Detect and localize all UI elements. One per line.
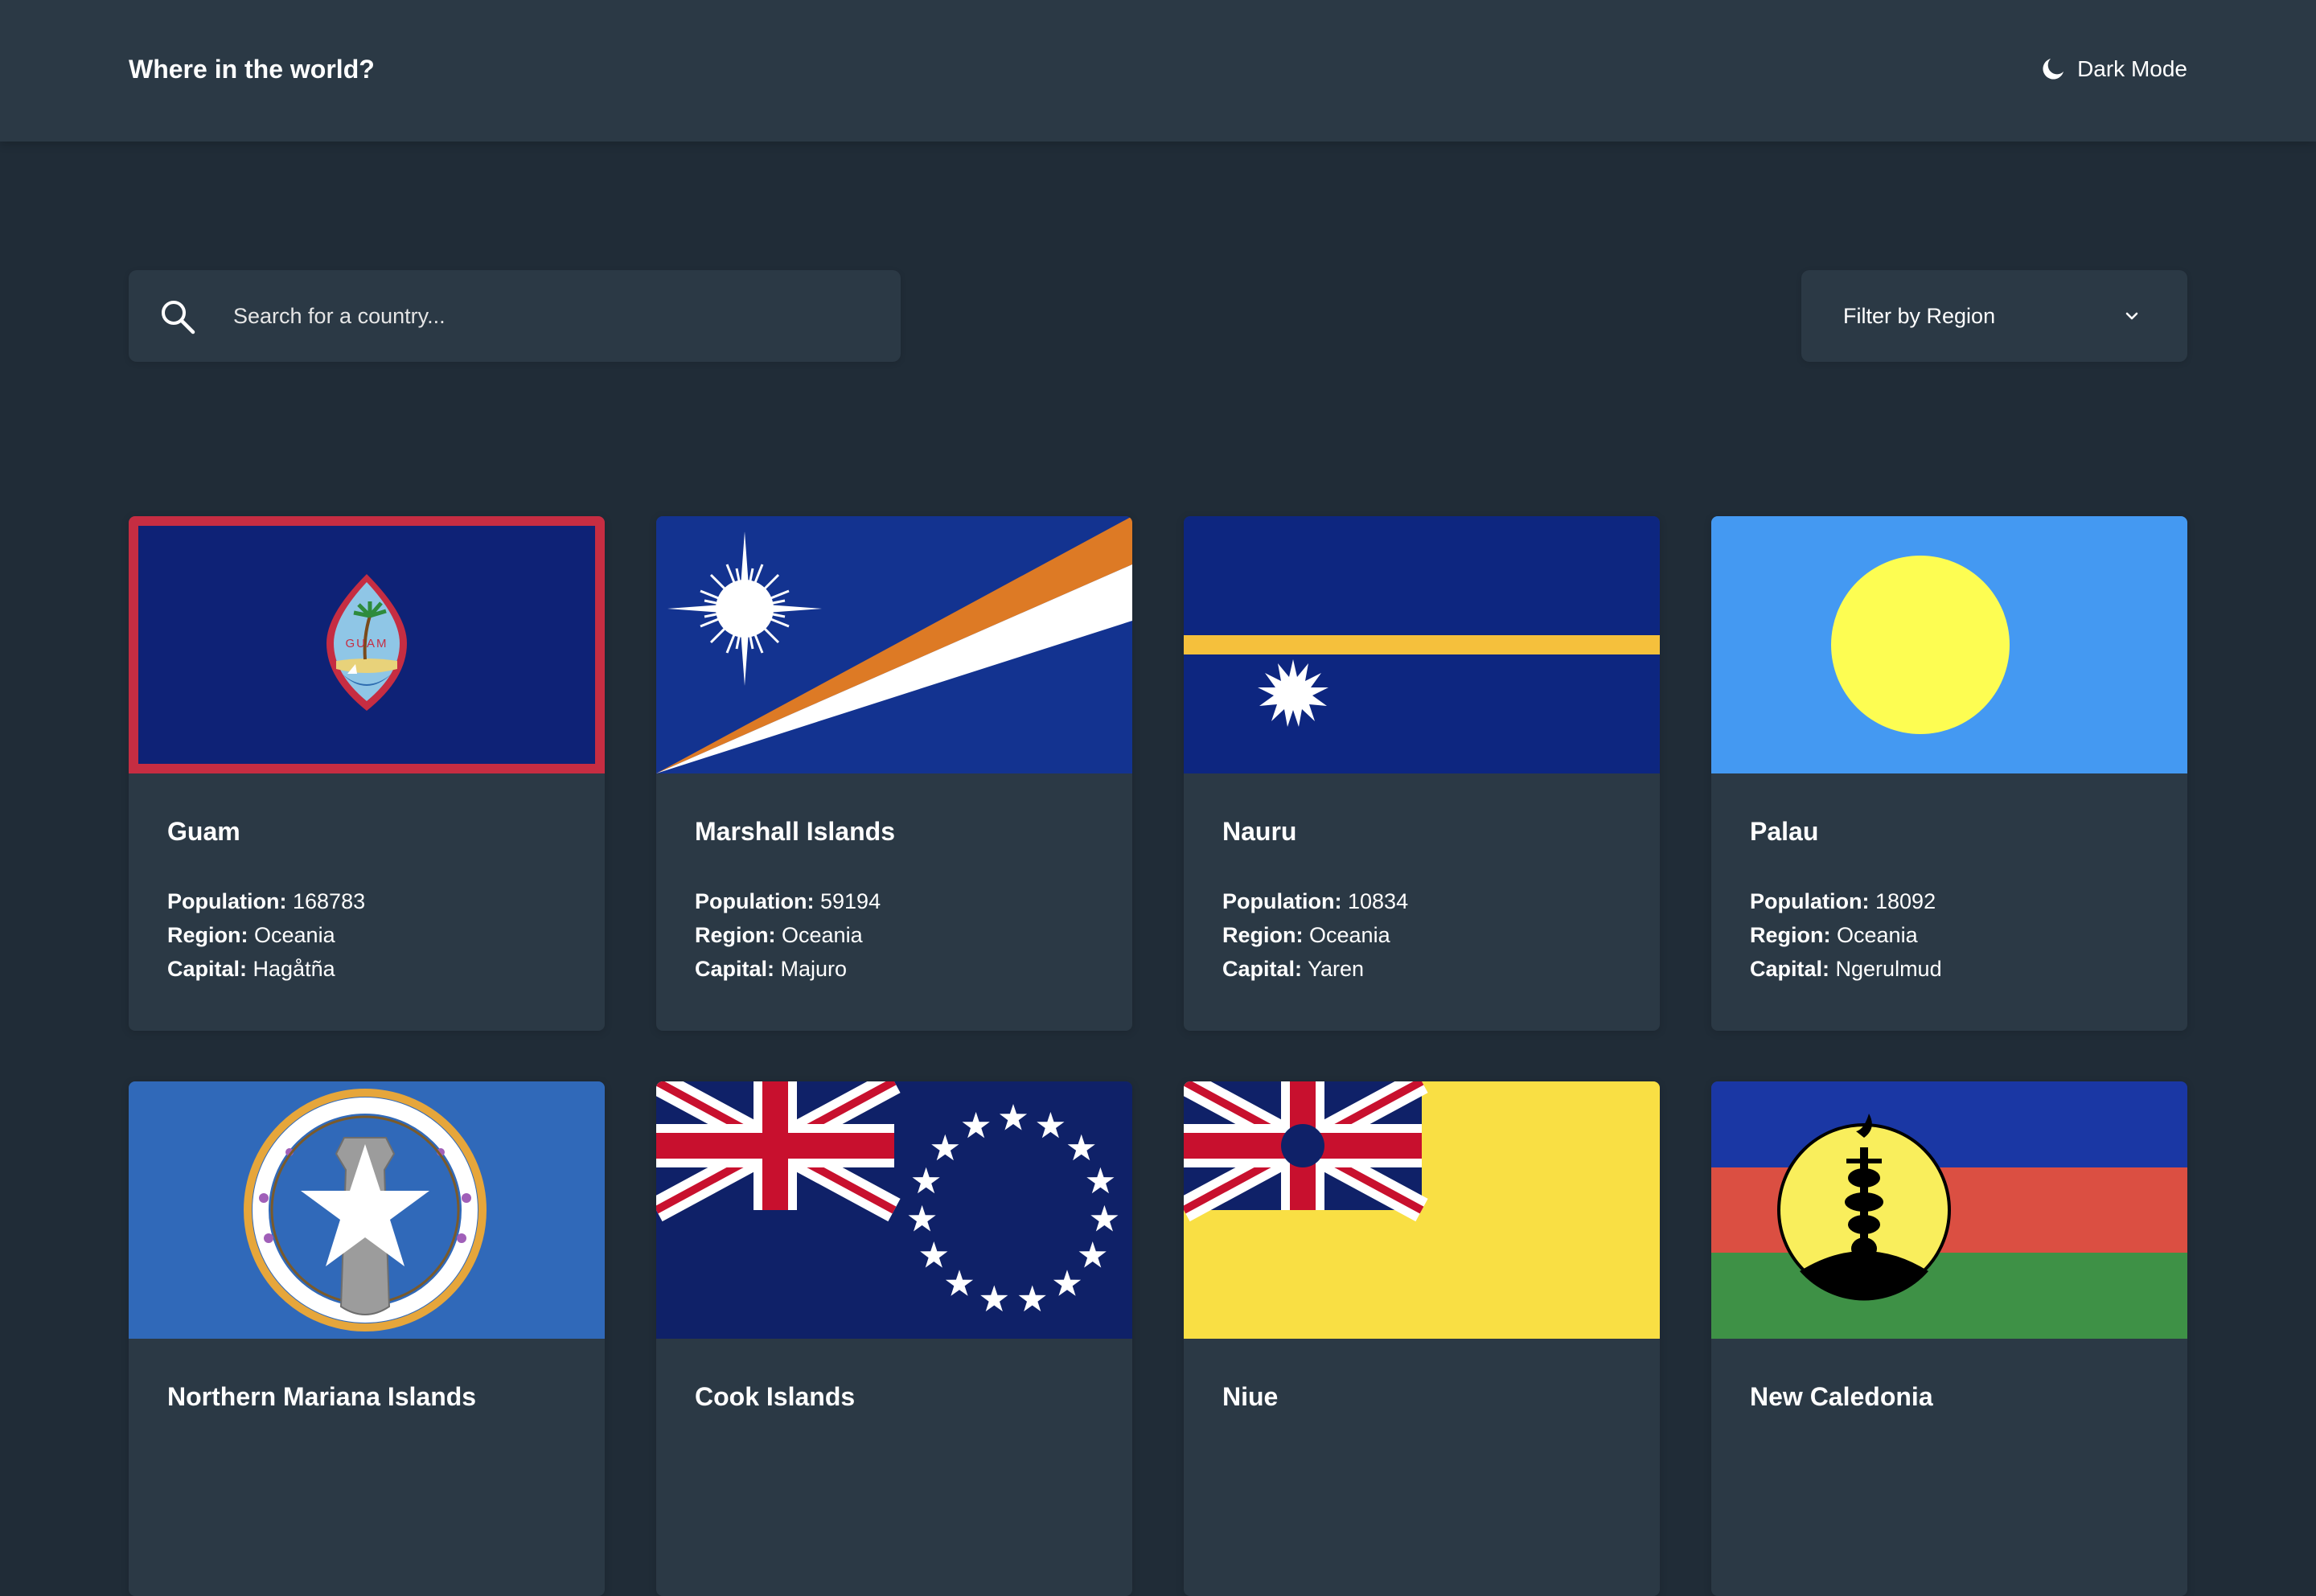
country-name: Marshall Islands (695, 817, 895, 846)
northern-mariana-islands-flag (129, 1081, 605, 1339)
new-caledonia-flag (1711, 1081, 2187, 1339)
region-label: Region: (1750, 923, 1831, 947)
capital-label: Capital: (695, 957, 775, 981)
country-card-northern-mariana-islands[interactable]: Northern Mariana Islands (129, 1081, 605, 1596)
region-label: Region: (695, 923, 776, 947)
population-label: Population: (1750, 889, 1870, 913)
dark-mode-label: Dark Mode (2077, 56, 2187, 81)
region-value: Oceania (1309, 923, 1390, 947)
population-value: 18092 (1875, 889, 1936, 913)
country-card-new-caledonia[interactable]: New Caledonia (1711, 1081, 2187, 1596)
population-value: 59194 (820, 889, 881, 913)
top-bar: Where in the world? Dark Mode (0, 0, 2316, 142)
population-label: Population: (695, 889, 815, 913)
region-row: Region: Oceania (167, 918, 365, 952)
region-row: Region: Oceania (1222, 918, 1408, 952)
region-value: Oceania (1837, 923, 1918, 947)
region-label: Region: (1222, 923, 1304, 947)
capital-label: Capital: (1222, 957, 1303, 981)
search-box[interactable] (129, 270, 901, 362)
capital-value: Yaren (1308, 957, 1365, 981)
region-row: Region: Oceania (695, 918, 881, 952)
country-name: Cook Islands (695, 1382, 856, 1411)
region-filter-dropdown[interactable]: Filter by Region (1801, 270, 2187, 362)
country-name: Palau (1750, 817, 1819, 846)
region-row: Region: Oceania (1750, 918, 1942, 952)
population-label: Population: (167, 889, 287, 913)
search-icon (162, 301, 195, 334)
region-filter-label: Filter by Region (1843, 304, 1996, 328)
marshall-islands-flag (656, 516, 1132, 773)
country-card-niue[interactable]: Niue (1184, 1081, 1660, 1596)
dark-mode-toggle[interactable]: Dark Mode (2040, 53, 2187, 85)
palau-flag (1711, 516, 2187, 773)
country-details: Population: 59194 Region: Oceania Capita… (695, 884, 881, 986)
country-name: Guam (167, 817, 240, 846)
country-details: Population: 18092 Region: Oceania Capita… (1750, 884, 1942, 986)
guam-flag: GUAM (129, 516, 605, 773)
capital-label: Capital: (167, 957, 248, 981)
search-input[interactable] (233, 270, 877, 362)
chevron-down-icon (2125, 312, 2138, 320)
capital-value: Ngerulmud (1835, 957, 1942, 981)
country-card-palau[interactable]: Palau Population: 18092 Region: Oceania … (1711, 516, 2187, 1031)
country-card-nauru[interactable]: Nauru Population: 10834 Region: Oceania … (1184, 516, 1660, 1031)
cook-islands-flag (656, 1081, 1132, 1339)
country-card-cook-islands[interactable]: Cook Islands (656, 1081, 1132, 1596)
region-value: Oceania (254, 923, 335, 947)
country-details: Population: 10834 Region: Oceania Capita… (1222, 884, 1408, 986)
country-details: Population: 168783 Region: Oceania Capit… (167, 884, 365, 986)
country-card-marshall-islands[interactable]: Marshall Islands Population: 59194 Regio… (656, 516, 1132, 1031)
population-value: 10834 (1348, 889, 1409, 913)
country-card-guam[interactable]: GUAM Guam Population: 168783 Region: Oce… (129, 516, 605, 1031)
svg-text:GUAM: GUAM (346, 637, 388, 650)
capital-value: Majuro (780, 957, 848, 981)
niue-flag (1184, 1081, 1660, 1339)
capital-label: Capital: (1750, 957, 1830, 981)
nauru-flag (1184, 516, 1660, 773)
capital-row: Capital: Majuro (695, 952, 881, 986)
population-row: Population: 59194 (695, 884, 881, 918)
country-name: Nauru (1222, 817, 1297, 846)
capital-row: Capital: Yaren (1222, 952, 1408, 986)
population-label: Population: (1222, 889, 1342, 913)
country-name: Northern Mariana Islands (167, 1382, 477, 1411)
population-value: 168783 (293, 889, 366, 913)
app-title: Where in the world? (129, 55, 375, 84)
population-row: Population: 10834 (1222, 884, 1408, 918)
country-name: New Caledonia (1750, 1382, 1933, 1411)
region-label: Region: (167, 923, 248, 947)
capital-row: Capital: Hagåtña (167, 952, 365, 986)
population-row: Population: 168783 (167, 884, 365, 918)
moon-icon (2043, 59, 2064, 80)
population-row: Population: 18092 (1750, 884, 1942, 918)
capital-row: Capital: Ngerulmud (1750, 952, 1942, 986)
country-name: Niue (1222, 1382, 1279, 1411)
capital-value: Hagåtña (253, 957, 335, 981)
region-value: Oceania (782, 923, 863, 947)
